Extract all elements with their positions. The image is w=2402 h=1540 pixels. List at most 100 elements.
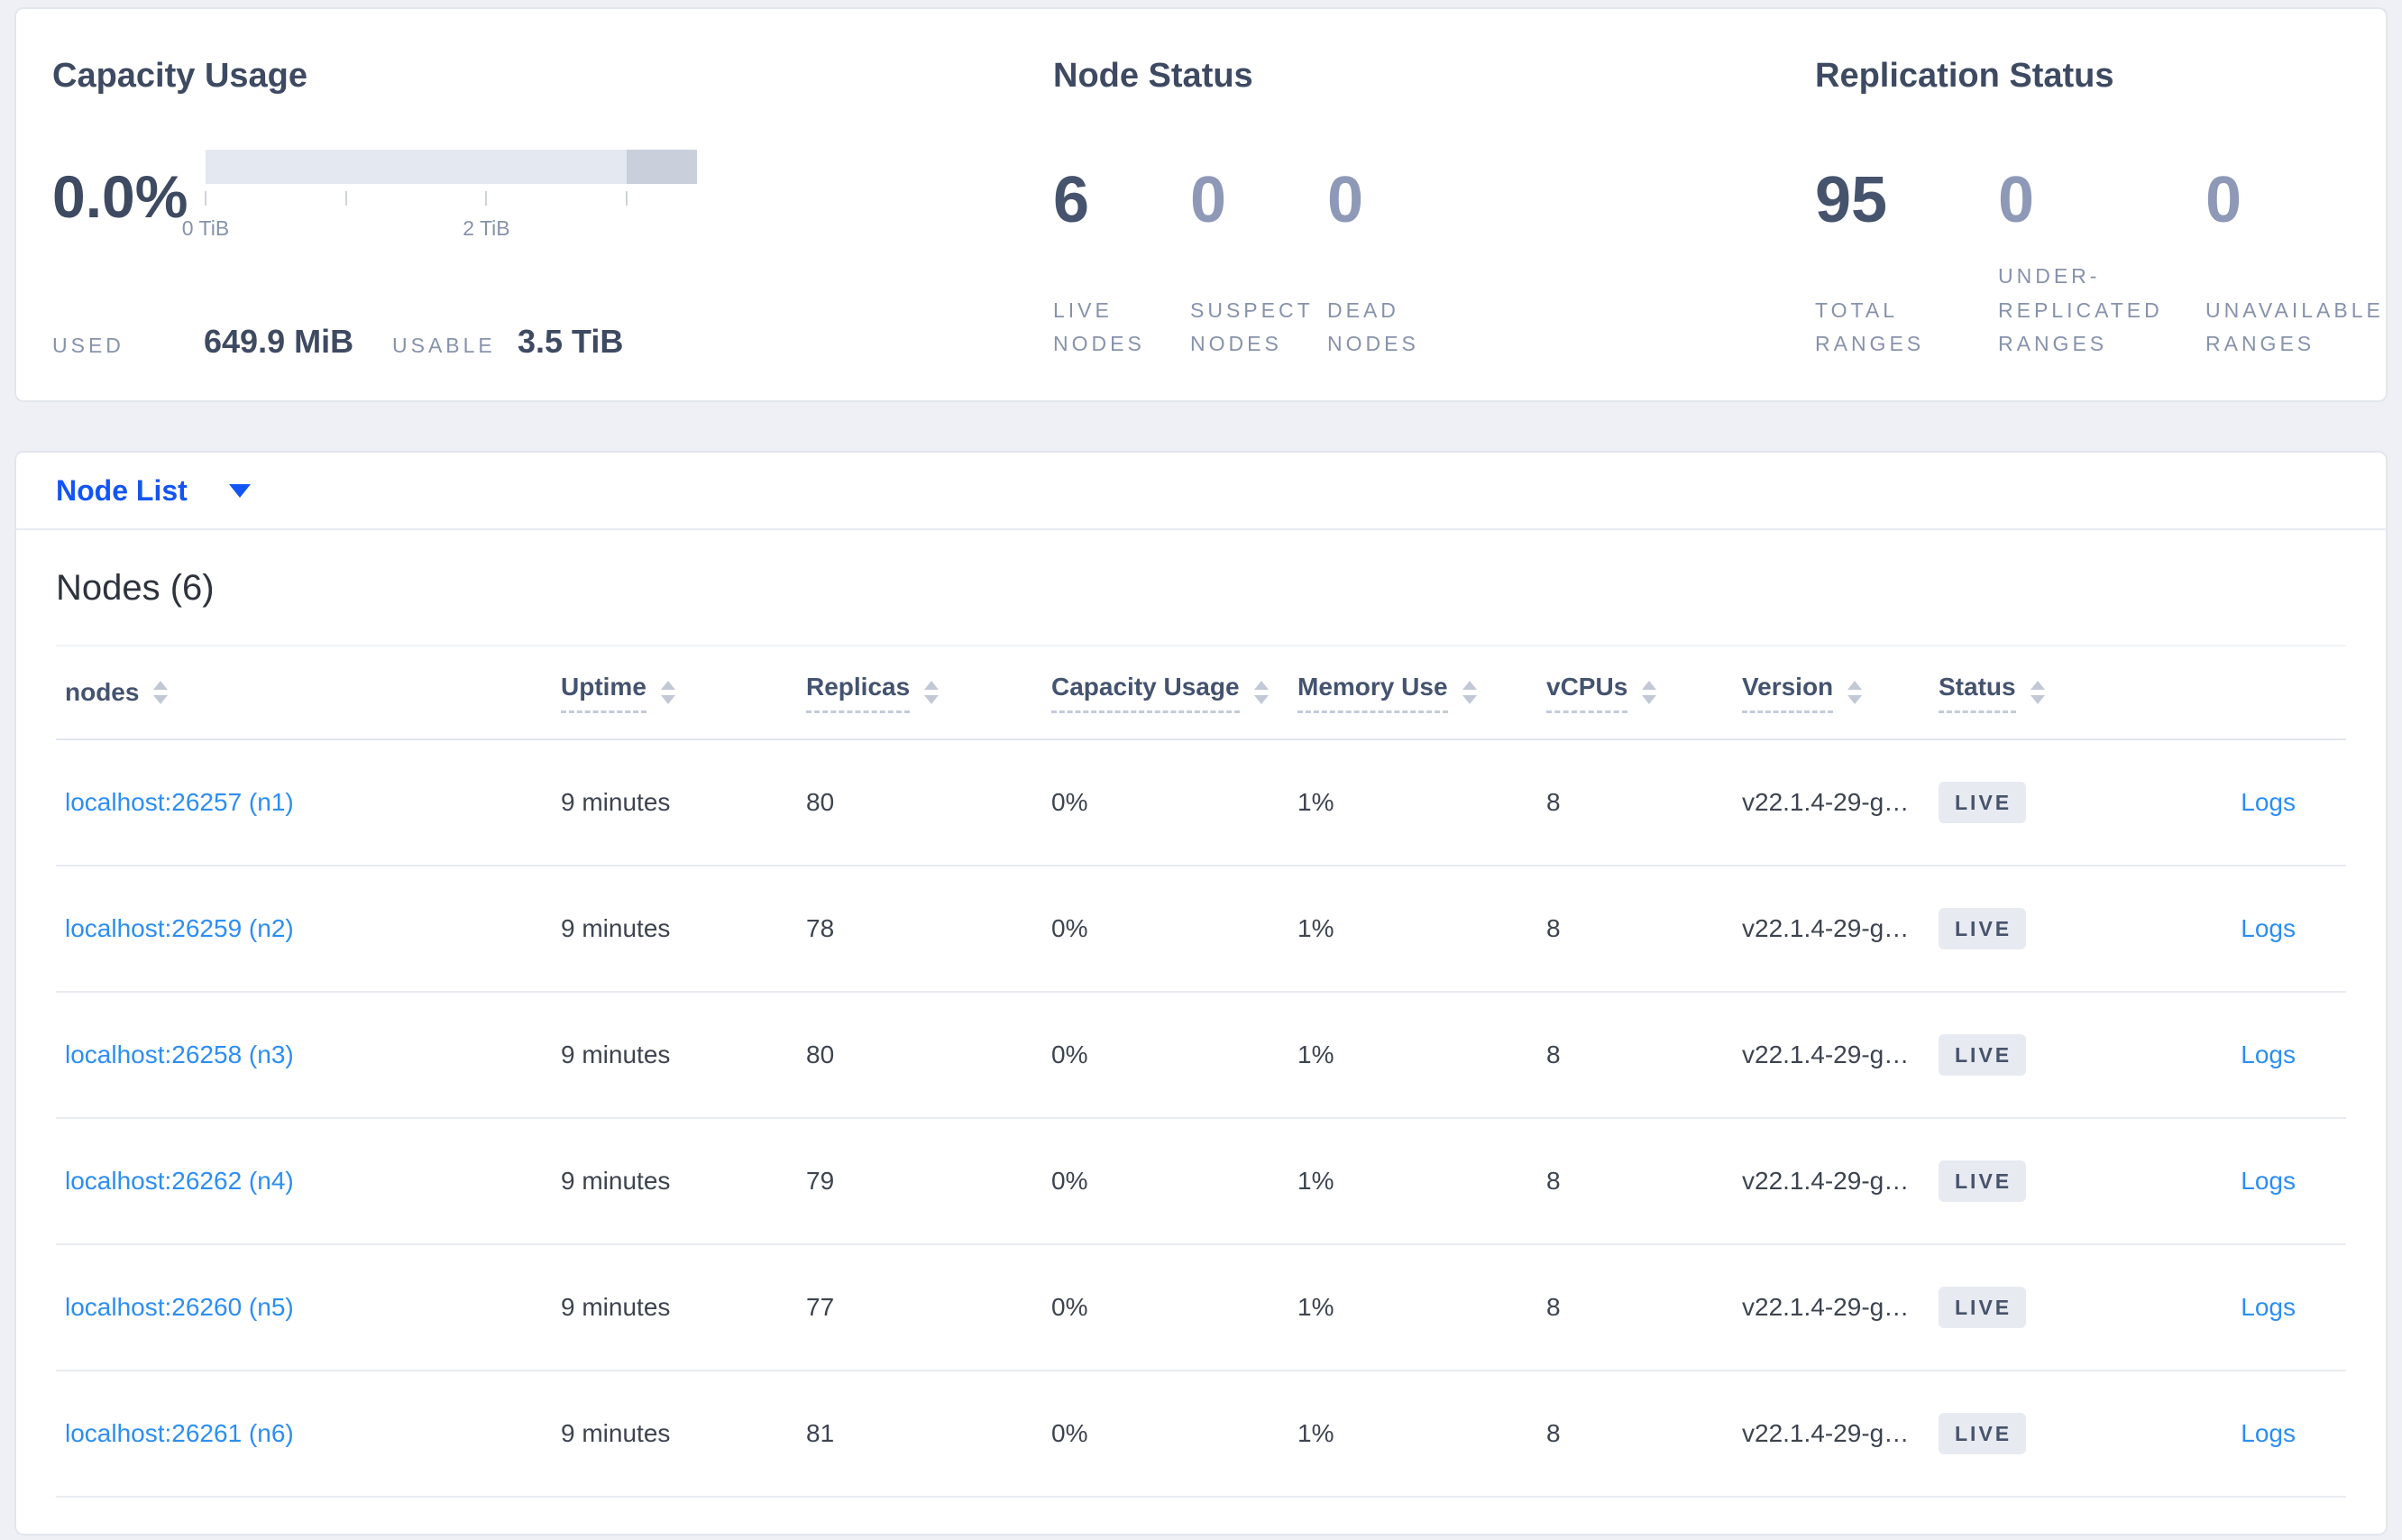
replication-metrics: 95 TOTAL RANGES 0 UNDER-REPLICATED RANGE… (1815, 137, 2388, 361)
capacity-usage-cell: 0% (1042, 866, 1288, 993)
column-header[interactable]: nodes (56, 645, 552, 740)
column-header[interactable]: vCPUs (1537, 645, 1733, 740)
memory-use-cell: 1% (1288, 992, 1537, 1119)
vcpus-cell: 8 (1537, 1118, 1733, 1245)
metric-label: LIVE NODES (1053, 298, 1145, 355)
node-status-section: Node Status 6 LIVE NODES 0 SUSPECT NODES… (1053, 54, 1815, 361)
node-link[interactable]: localhost:26262 (n4) (65, 1167, 294, 1195)
cluster-summary-card: Capacity Usage 0.0% 0 TiB 2 TiB USED 649… (14, 7, 2388, 402)
sort-icon (924, 681, 940, 704)
logs-link[interactable]: Logs (2241, 1419, 2296, 1447)
sort-icon (1462, 681, 1477, 704)
version-cell: v22.1.4-29-g… (1733, 739, 1930, 866)
capacity-usage-cell: 0% (1042, 1244, 1288, 1371)
nodes-table-title: Nodes (6) (56, 568, 215, 608)
used-label: USED (52, 334, 124, 357)
gauge-tick-label: 0 TiB (181, 216, 230, 240)
column-header[interactable]: Uptime (552, 645, 797, 740)
version-cell: v22.1.4-29-g… (1733, 1370, 1930, 1498)
usable-value: 3.5 TiB (518, 323, 624, 360)
capacity-usage-cell: 0% (1042, 739, 1288, 866)
usable-label: USABLE (392, 334, 496, 357)
capacity-usage-cell: 0% (1042, 992, 1288, 1119)
logs-link[interactable]: Logs (2241, 1293, 2296, 1321)
view-selector-bar: Node List (14, 451, 2388, 530)
metric: 95 TOTAL RANGES (1815, 137, 1998, 361)
status-badge: LIVE (1939, 1034, 2027, 1076)
node-link[interactable]: localhost:26257 (n1) (65, 788, 294, 816)
capacity-gauge-ticks: 0 TiB 2 TiB (182, 184, 697, 243)
sort-icon (1847, 681, 1863, 704)
gauge-tick-mark (485, 191, 488, 206)
vcpus-cell: 8 (1537, 866, 1733, 993)
vcpus-cell: 8 (1537, 739, 1733, 866)
memory-use-cell: 1% (1288, 1370, 1537, 1498)
node-status-title: Node Status (1053, 57, 1253, 95)
metric-value: 95 (1815, 164, 1888, 236)
replicas-cell: 80 (797, 739, 1042, 866)
replicas-cell: 80 (797, 992, 1042, 1119)
logs-link[interactable]: Logs (2241, 788, 2296, 816)
sort-icon (2030, 681, 2045, 704)
column-header[interactable] (2114, 645, 2346, 740)
status-badge: LIVE (1939, 1287, 2027, 1328)
vcpus-cell: 8 (1537, 1244, 1733, 1371)
column-header[interactable]: Replicas (797, 645, 1042, 740)
memory-use-cell: 1% (1288, 1244, 1537, 1371)
capacity-gauge-row: 0.0% 0 TiB 2 TiB (52, 150, 1053, 243)
sort-icon (660, 681, 675, 704)
version-cell: v22.1.4-29-g… (1733, 866, 1930, 993)
capacity-gauge: 0 TiB 2 TiB (182, 150, 697, 243)
column-header-label: Replicas (806, 673, 911, 713)
node-link[interactable]: localhost:26261 (n6) (65, 1419, 294, 1447)
metric-value: 0 (1190, 164, 1227, 236)
node-list-dropdown-label: Node List (56, 473, 188, 507)
capacity-usage-section: Capacity Usage 0.0% 0 TiB 2 TiB USED 649… (52, 54, 1053, 361)
column-header-label: Uptime (561, 673, 646, 713)
table-row: localhost:26257 (n1) 9 minutes 80 0% 1% … (56, 739, 2346, 866)
table-row: localhost:26261 (n6) 9 minutes 81 0% 1% … (56, 1370, 2346, 1498)
table-row: localhost:26258 (n3) 9 minutes 80 0% 1% … (56, 992, 2346, 1119)
metric-label: UNAVAILABLE RANGES (2205, 298, 2384, 355)
capacity-usage-cell: 0% (1042, 1118, 1288, 1245)
sort-icon (1253, 681, 1269, 704)
replicas-cell: 78 (797, 866, 1042, 993)
node-link[interactable]: localhost:26259 (n2) (65, 914, 294, 942)
logs-link[interactable]: Logs (2241, 1167, 2296, 1195)
memory-use-cell: 1% (1288, 866, 1537, 993)
replicas-cell: 77 (797, 1244, 1042, 1371)
column-header[interactable]: Memory Use (1288, 645, 1537, 740)
metric-value: 0 (1998, 164, 2035, 236)
column-header[interactable]: Capacity Usage (1042, 645, 1288, 740)
uptime-cell: 9 minutes (552, 992, 797, 1119)
metric: 0 UNDER-REPLICATED RANGES (1998, 137, 2205, 361)
column-header-label: nodes (65, 678, 140, 706)
status-badge: LIVE (1939, 782, 2027, 823)
node-list-dropdown[interactable]: Node List (56, 474, 251, 508)
node-link[interactable]: localhost:26258 (n3) (65, 1040, 294, 1068)
column-header[interactable]: Status (1930, 645, 2114, 740)
status-badge: LIVE (1939, 908, 2027, 949)
metric-label: UNDER-REPLICATED RANGES (1998, 264, 2163, 355)
node-link[interactable]: localhost:26260 (n5) (65, 1293, 294, 1321)
capacity-bar-secondary (627, 150, 697, 184)
column-header-label: vCPUs (1546, 673, 1628, 713)
table-row: localhost:26259 (n2) 9 minutes 78 0% 1% … (56, 866, 2346, 993)
capacity-used-usable-row: USED 649.9 MiB USABLE 3.5 TiB (52, 323, 1053, 361)
uptime-cell: 9 minutes (552, 1370, 797, 1498)
version-cell: v22.1.4-29-g… (1733, 1244, 1930, 1371)
status-badge: LIVE (1939, 1413, 2027, 1454)
logs-link[interactable]: Logs (2241, 914, 2296, 942)
metric-value: 6 (1053, 164, 1090, 236)
column-header[interactable]: Version (1733, 645, 1930, 740)
metric: 0 SUSPECT NODES (1190, 137, 1327, 361)
logs-link[interactable]: Logs (2241, 1040, 2296, 1068)
capacity-usage-cell: 0% (1042, 1370, 1288, 1498)
uptime-cell: 9 minutes (552, 739, 797, 866)
gauge-tick-label: 2 TiB (463, 216, 510, 240)
overview-page: Capacity Usage 0.0% 0 TiB 2 TiB USED 649… (0, 0, 2402, 1535)
column-header-label: Status (1939, 673, 2016, 713)
column-header-label: Version (1742, 673, 1834, 713)
capacity-bar-track (206, 150, 697, 184)
gauge-tick-mark (626, 191, 628, 206)
